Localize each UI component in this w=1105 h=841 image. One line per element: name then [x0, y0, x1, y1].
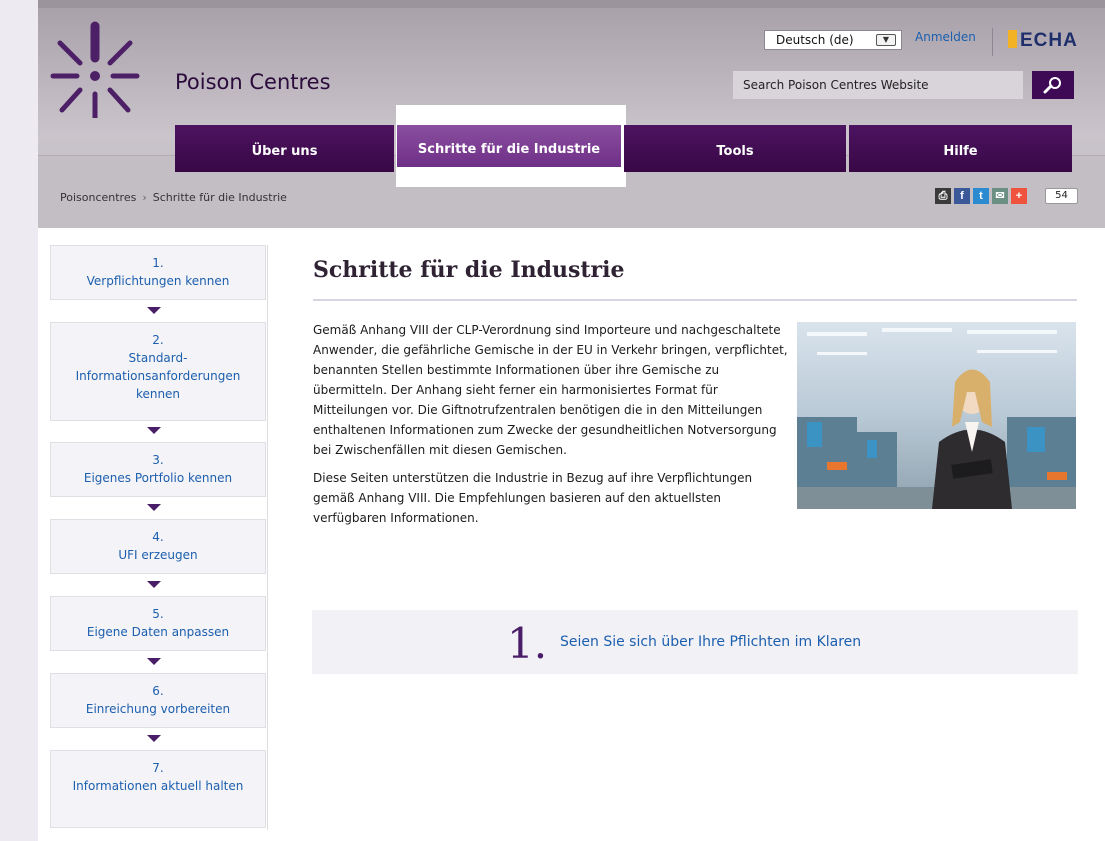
twitter-icon[interactable]: t — [973, 188, 989, 204]
intro-text: Gemäß Anhang VIII der CLP-Verordnung sin… — [313, 320, 795, 536]
sidebar-step-6[interactable]: 6. Einreichung vorbereiten — [50, 673, 266, 728]
nav-tab-tools[interactable]: Tools — [624, 125, 846, 172]
step-card[interactable]: 1. Seien Sie sich über Ihre Pflichten im… — [312, 610, 1078, 674]
main-nav: Über uns Schritte für die Industrie Tool… — [175, 125, 1072, 172]
search-button[interactable] — [1032, 71, 1074, 99]
sidebar-step-2[interactable]: 2. Standard-Informationsanforderungen ke… — [50, 322, 266, 421]
echa-mark-icon — [1008, 30, 1017, 48]
sidebar-step-1[interactable]: 1. Verpflichtungen kennen — [50, 245, 266, 300]
step-arrow-icon — [147, 581, 161, 588]
site-name[interactable]: Poison Centres — [175, 70, 331, 94]
language-select-value: Deutsch (de) — [776, 33, 854, 47]
hero-image — [797, 322, 1076, 509]
steps-sidebar: 1. Verpflichtungen kennen 2. Standard-In… — [50, 245, 268, 830]
page: Poison Centres Deutsch (de) ▼ Anmelden E… — [38, 0, 1105, 841]
step-arrow-icon — [147, 658, 161, 665]
step-arrow-icon — [147, 504, 161, 511]
breadcrumb: Poisoncentres › Schritte für die Industrie — [60, 191, 287, 204]
intro-paragraph: Diese Seiten unterstützen die Industrie … — [313, 471, 753, 525]
page-title: Schritte für die Industrie — [313, 257, 625, 283]
breadcrumb-current: Schritte für die Industrie — [152, 191, 287, 204]
search-icon — [1043, 77, 1061, 94]
nav-tab-hilfe[interactable]: Hilfe — [849, 125, 1072, 172]
sidebar-step-7[interactable]: 7. Informationen aktuell halten — [50, 750, 266, 828]
title-divider — [313, 299, 1077, 301]
intro-paragraph: Gemäß Anhang VIII der CLP-Verordnung sin… — [313, 323, 788, 457]
nav-tab-schritte-industrie[interactable]: Schritte für die Industrie — [397, 125, 621, 167]
breadcrumb-home[interactable]: Poisoncentres — [60, 191, 136, 204]
step-arrow-icon — [147, 427, 161, 434]
nav-tab-uber-uns[interactable]: Über uns — [175, 125, 394, 172]
login-link[interactable]: Anmelden — [915, 30, 976, 44]
step-arrow-icon — [147, 735, 161, 742]
breadcrumb-separator: › — [142, 191, 147, 204]
sidebar-step-4[interactable]: 4. UFI erzeugen — [50, 519, 266, 574]
search-input[interactable] — [733, 71, 1023, 99]
chevron-down-icon: ▼ — [876, 34, 896, 46]
step-card-link[interactable]: Seien Sie sich über Ihre Pflichten im Kl… — [560, 634, 861, 650]
sidebar-step-3[interactable]: 3. Eigenes Portfolio kennen — [50, 442, 266, 497]
step-card-number: 1. — [507, 619, 548, 668]
sidebar-step-5[interactable]: 5. Eigene Daten anpassen — [50, 596, 266, 651]
email-icon[interactable]: ✉ — [992, 188, 1008, 204]
step-arrow-icon — [147, 307, 161, 314]
print-icon[interactable]: ⎙ — [935, 188, 951, 204]
addthis-icon[interactable]: + — [1011, 188, 1027, 204]
facebook-icon[interactable]: f — [954, 188, 970, 204]
share-count: 54 — [1045, 188, 1078, 204]
echa-logo[interactable]: ECHA — [1008, 30, 1078, 52]
poison-centres-logo-icon[interactable] — [50, 18, 140, 118]
language-select[interactable]: Deutsch (de) ▼ — [764, 30, 902, 50]
